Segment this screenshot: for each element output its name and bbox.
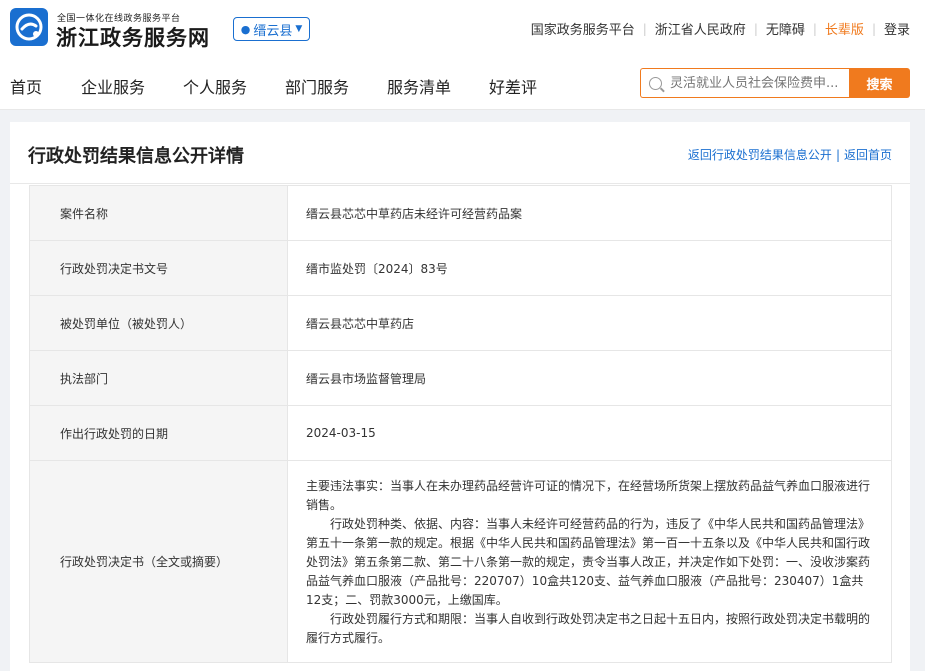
region-selector[interactable]: ● 缙云县 ▼	[233, 17, 310, 41]
row-value: 缙市监处罚〔2024〕83号	[306, 261, 448, 276]
link-national-platform[interactable]: 国家政务服务平台	[531, 19, 635, 38]
divider: |	[812, 21, 817, 36]
divider: |	[871, 21, 876, 36]
decision-paragraph: 行政处罚履行方式和期限：当事人自收到行政处罚决定书之日起十五日内，按照行政处罚决…	[306, 612, 871, 645]
table-row: 作出行政处罚的日期 2024-03-15	[30, 406, 891, 461]
decision-paragraph: 主要违法事实：当事人在未办理药品经营许可证的情况下，在经营场所货架上摆放药品益气…	[306, 479, 871, 512]
nav-department-services[interactable]: 部门服务	[285, 74, 349, 98]
link-elder-version[interactable]: 长辈版	[825, 19, 864, 38]
link-provincial-gov[interactable]: 浙江省人民政府	[655, 19, 746, 38]
row-label: 行政处罚决定书文号	[30, 241, 288, 295]
back-to-list-link[interactable]: 返回行政处罚结果信息公开	[688, 148, 832, 162]
nav-rating[interactable]: 好差评	[489, 74, 537, 98]
row-value: 2024-03-15	[306, 426, 376, 440]
site-title[interactable]: 浙江政务服务网	[56, 22, 210, 52]
row-label: 作出行政处罚的日期	[30, 406, 288, 460]
search-input[interactable]	[670, 75, 850, 91]
page-title: 行政处罚结果信息公开详情	[28, 146, 244, 167]
row-label: 执法部门	[30, 351, 288, 405]
divider: |	[753, 21, 758, 36]
search-button[interactable]: 搜索	[849, 68, 910, 98]
row-label: 案件名称	[30, 186, 288, 240]
nav-personal-services[interactable]: 个人服务	[183, 74, 247, 98]
table-row: 案件名称 缙云县芯芯中草药店未经许可经营药品案	[30, 186, 891, 241]
region-label: 缙云县	[253, 23, 293, 39]
nav-service-list[interactable]: 服务清单	[387, 74, 451, 98]
search-icon	[649, 76, 662, 90]
search-box	[640, 68, 850, 98]
table-row: 行政处罚决定书文号 缙市监处罚〔2024〕83号	[30, 241, 891, 296]
decision-text: 主要违法事实：当事人在未办理药品经营许可证的情况下，在经营场所货架上摆放药品益气…	[288, 461, 891, 662]
back-home-link[interactable]: 返回首页	[844, 148, 892, 162]
divider: |	[642, 21, 647, 36]
table-row: 被处罚单位（被处罚人） 缙云县芯芯中草药店	[30, 296, 891, 351]
divider: |	[835, 148, 840, 162]
row-value: 缙云县芯芯中草药店未经许可经营药品案	[306, 206, 523, 221]
login-link[interactable]: 登录	[884, 19, 910, 38]
table-row: 执法部门 缙云县市场监督管理局	[30, 351, 891, 406]
caret-down-icon: ▼	[295, 24, 303, 34]
nav-enterprise-services[interactable]: 企业服务	[81, 74, 145, 98]
row-value: 缙云县芯芯中草药店	[306, 316, 415, 331]
row-label: 被处罚单位（被处罚人）	[30, 296, 288, 350]
main-nav: 首页 企业服务 个人服务 部门服务 服务清单 好差评 搜索	[0, 58, 925, 110]
nav-home[interactable]: 首页	[10, 74, 42, 98]
zj-logo-icon[interactable]	[10, 8, 48, 46]
decision-paragraph: 行政处罚种类、依据、内容：当事人未经许可经营药品的行为，违反了《中华人民共和国药…	[306, 517, 871, 607]
location-pin-icon: ●	[240, 22, 251, 36]
top-header: 全国一体化在线政务服务平台 浙江政务服务网 ● 缙云县 ▼ 国家政务服务平台 |…	[0, 0, 925, 58]
table-row: 行政处罚决定书（全文或摘要） 主要违法事实：当事人在未办理药品经营许可证的情况下…	[30, 461, 891, 662]
panel-header: 行政处罚结果信息公开详情 返回行政处罚结果信息公开 | 返回首页	[10, 122, 910, 184]
back-links: 返回行政处罚结果信息公开 | 返回首页	[688, 146, 892, 163]
detail-panel: 行政处罚结果信息公开详情 返回行政处罚结果信息公开 | 返回首页 案件名称 缙云县芯…	[10, 122, 910, 671]
row-value: 缙云县市场监督管理局	[306, 371, 427, 386]
link-accessibility[interactable]: 无障碍	[766, 19, 805, 38]
row-label: 行政处罚决定书（全文或摘要）	[30, 461, 288, 662]
top-links: 国家政务服务平台 | 浙江省人民政府 | 无障碍 | 长辈版 | 登录	[531, 19, 910, 39]
detail-table: 案件名称 缙云县芯芯中草药店未经许可经营药品案 行政处罚决定书文号 缙市监处罚〔…	[29, 185, 892, 663]
